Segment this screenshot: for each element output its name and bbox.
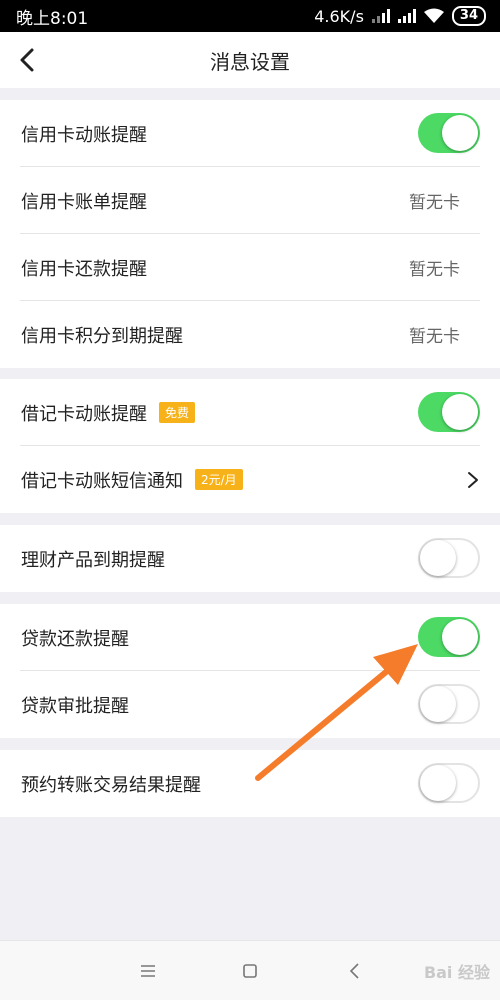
debit-card-section: 借记卡动账提醒 免费 借记卡动账短信通知 2元/月 xyxy=(0,379,500,513)
transfer-section: 预约转账交易结果提醒 xyxy=(0,750,500,817)
wifi-icon xyxy=(423,8,444,23)
status-time: 晚上8:01 xyxy=(16,8,89,29)
settings-row[interactable]: 理财产品到期提醒 xyxy=(0,525,500,592)
toggle-switch[interactable] xyxy=(418,763,480,803)
free-badge: 免费 xyxy=(159,402,196,423)
home-icon[interactable] xyxy=(240,961,260,981)
wealth-section: 理财产品到期提醒 xyxy=(0,525,500,592)
toggle-switch[interactable] xyxy=(418,538,480,578)
row-label: 借记卡动账提醒 xyxy=(21,403,147,425)
settings-row[interactable]: 信用卡动账提醒 xyxy=(0,100,500,167)
row-label: 信用卡积分到期提醒 xyxy=(21,325,183,347)
price-badge: 2元/月 xyxy=(195,469,243,490)
settings-row[interactable]: 信用卡积分到期提醒 暂无卡 xyxy=(0,301,500,368)
settings-row[interactable]: 借记卡动账提醒 免费 xyxy=(0,379,500,446)
menu-icon[interactable] xyxy=(138,961,158,981)
status-bar: 晚上8:01 4.6K/s 34 xyxy=(0,0,500,32)
row-label: 信用卡还款提醒 xyxy=(21,258,147,280)
row-value: 暂无卡 xyxy=(409,260,460,280)
settings-row[interactable]: 贷款还款提醒 xyxy=(0,604,500,671)
toggle-knob xyxy=(442,619,478,655)
toggle-switch[interactable] xyxy=(418,392,480,432)
credit-card-section: 信用卡动账提醒 信用卡账单提醒 暂无卡 信用卡还款提醒 暂无卡 信用卡积分到期提… xyxy=(0,100,500,368)
row-label: 贷款还款提醒 xyxy=(21,628,129,650)
row-label: 信用卡动账提醒 xyxy=(21,124,147,146)
back-icon[interactable] xyxy=(345,961,365,981)
settings-row[interactable]: 贷款审批提醒 xyxy=(0,671,500,738)
toggle-switch[interactable] xyxy=(418,684,480,724)
row-label: 贷款审批提醒 xyxy=(21,695,129,717)
toggle-knob xyxy=(420,765,456,801)
toggle-knob xyxy=(420,686,456,722)
settings-row[interactable]: 预约转账交易结果提醒 xyxy=(0,750,500,817)
signal-icon xyxy=(397,9,416,23)
row-value: 暂无卡 xyxy=(409,193,460,213)
settings-row[interactable]: 信用卡还款提醒 暂无卡 xyxy=(0,234,500,301)
row-label: 信用卡账单提醒 xyxy=(21,191,147,213)
toggle-knob xyxy=(442,394,478,430)
network-speed: 4.6K/s xyxy=(314,6,364,26)
toggle-knob xyxy=(442,115,478,151)
row-label: 预约转账交易结果提醒 xyxy=(21,774,201,796)
toggle-switch[interactable] xyxy=(418,617,480,657)
battery-icon: 34 xyxy=(451,6,486,26)
page-title: 消息设置 xyxy=(210,49,290,74)
toggle-knob xyxy=(420,540,456,576)
signal-icon xyxy=(371,9,390,23)
system-navigation-bar: Bai 经验 xyxy=(0,940,500,1000)
settings-row[interactable]: 借记卡动账短信通知 2元/月 xyxy=(0,446,500,513)
settings-row[interactable]: 信用卡账单提醒 暂无卡 xyxy=(0,167,500,234)
loan-section: 贷款还款提醒 贷款审批提醒 xyxy=(0,604,500,738)
watermark-logo: Bai 经验 xyxy=(423,963,490,982)
navigation-bar: 消息设置 xyxy=(0,32,500,88)
back-arrow-icon[interactable] xyxy=(12,44,44,76)
toggle-switch[interactable] xyxy=(418,113,480,153)
row-label: 借记卡动账短信通知 xyxy=(21,470,183,492)
row-value: 暂无卡 xyxy=(409,327,460,347)
row-label: 理财产品到期提醒 xyxy=(21,549,165,571)
chevron-right-icon xyxy=(468,472,478,488)
